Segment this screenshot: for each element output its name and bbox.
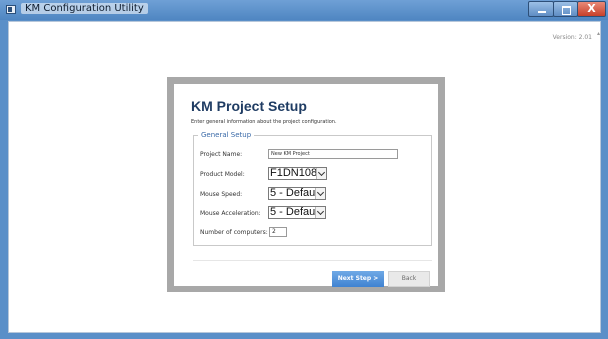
back-button[interactable]: Back (388, 271, 430, 287)
maximize-button[interactable] (553, 1, 578, 17)
page-title: KM Project Setup (191, 98, 307, 114)
chevron-down-icon[interactable] (315, 188, 325, 199)
mouse-acceleration-value: 5 - Default (270, 206, 321, 218)
chevron-down-icon[interactable] (315, 207, 325, 218)
chevron-down-icon[interactable] (316, 168, 326, 179)
divider (193, 260, 432, 261)
version-label: Version: 2.01 (552, 34, 592, 41)
scroll-up-icon[interactable]: ▴ (597, 30, 600, 37)
mouse-speed-label: Mouse Speed: (200, 191, 243, 198)
mouse-speed-select[interactable]: 5 - Default (268, 187, 326, 200)
general-setup-group: General Setup Project Name: New KM Proje… (193, 131, 432, 246)
window-title: KM Configuration Utility (21, 3, 148, 14)
app-icon (6, 5, 16, 14)
number-of-computers-label: Number of computers: (200, 229, 268, 236)
page-description: Enter general information about the proj… (191, 119, 337, 125)
mouse-acceleration-select[interactable]: 5 - Default (268, 206, 326, 219)
mouse-speed-value: 5 - Default (270, 187, 321, 199)
product-model-select[interactable]: F1DN108K (268, 167, 327, 180)
app-window: KM Configuration Utility X Version: 2.01… (0, 0, 608, 339)
mouse-acceleration-label: Mouse Acceleration: (200, 210, 261, 217)
minimize-button[interactable] (528, 1, 554, 17)
close-button[interactable]: X (577, 1, 606, 17)
setup-panel-frame: KM Project Setup Enter general informati… (167, 77, 445, 292)
setup-panel: KM Project Setup Enter general informati… (174, 84, 438, 287)
project-name-label: Project Name: (200, 151, 243, 158)
title-bar[interactable]: KM Configuration Utility X (0, 0, 608, 20)
number-of-computers-input[interactable]: 2 (269, 227, 287, 237)
next-step-button[interactable]: Next Step > (332, 271, 384, 287)
client-area: Version: 2.01 ▴ KM Project Setup Enter g… (8, 21, 601, 333)
project-name-input[interactable]: New KM Project (268, 149, 398, 159)
group-label: General Setup (198, 131, 255, 139)
window-bottom-border (8, 333, 601, 339)
product-model-label: Product Model: (200, 171, 245, 178)
